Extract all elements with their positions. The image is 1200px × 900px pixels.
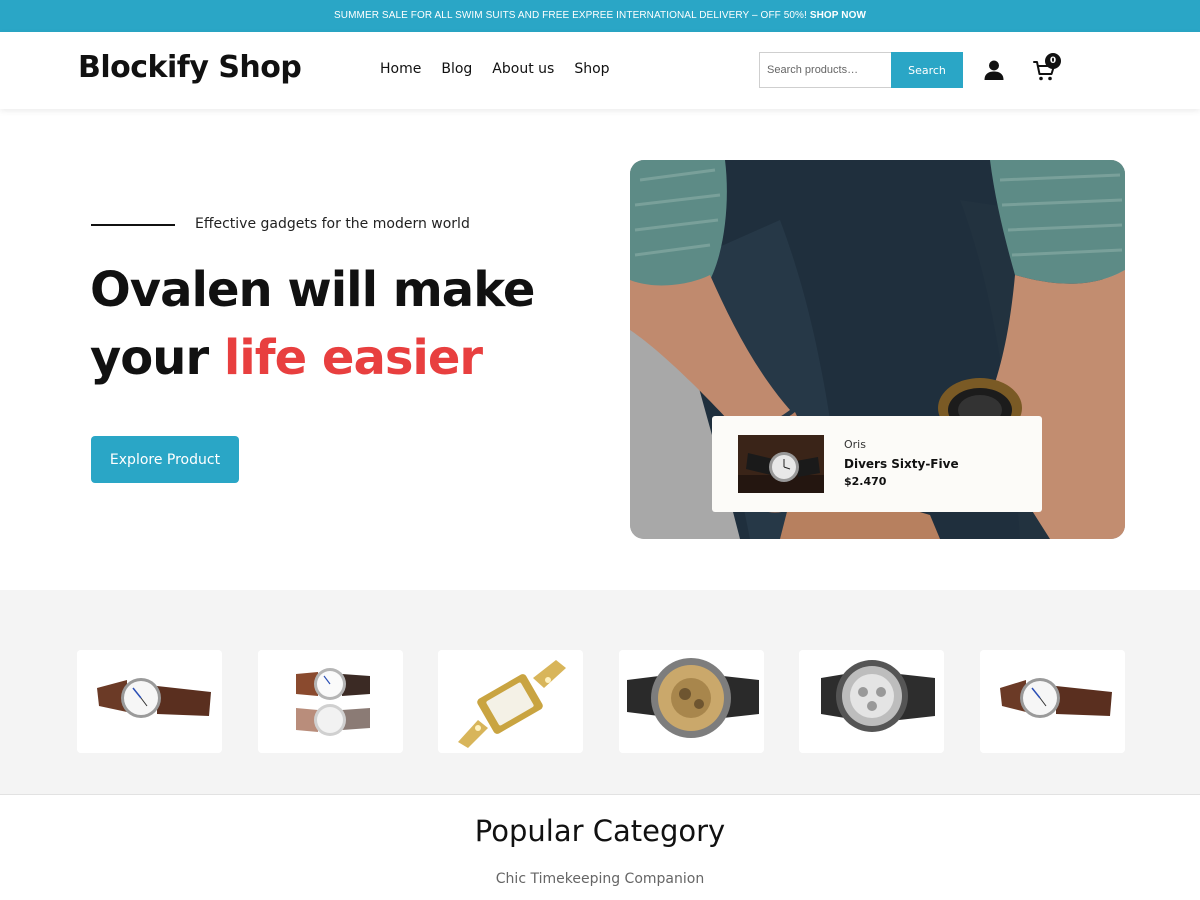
site-header: Blockify Shop Home Blog About us Shop Se…	[0, 32, 1200, 109]
watch-card-3[interactable]	[438, 650, 583, 753]
watch-image	[799, 650, 944, 753]
nav-about-us[interactable]: About us	[492, 61, 554, 77]
hero-title-line2-prefix: your	[90, 330, 224, 386]
watch-image	[258, 650, 403, 753]
hero-title: Ovalen will make your life easier	[90, 256, 590, 392]
search-form: Search	[759, 52, 963, 88]
watch-image	[438, 650, 583, 753]
watch-card-5[interactable]	[799, 650, 944, 753]
watch-image	[77, 650, 222, 753]
watch-card-1[interactable]	[77, 650, 222, 753]
featured-product-card[interactable]: Oris Divers Sixty-Five $2.470	[712, 416, 1042, 512]
popular-category-subtitle: Chic Timekeeping Companion	[495, 871, 705, 887]
featured-product-price: $2.470	[844, 475, 887, 488]
featured-product-image	[738, 435, 824, 493]
nav-shop[interactable]: Shop	[574, 61, 609, 77]
watch-card-4[interactable]	[619, 650, 764, 753]
watch-carousel	[0, 590, 1200, 795]
site-logo[interactable]: Blockify Shop	[78, 50, 302, 85]
popular-category-title: Popular Category	[474, 814, 726, 848]
nav-home[interactable]: Home	[380, 61, 421, 77]
announcement-bar: SUMMER SALE FOR ALL SWIM SUITS AND FREE …	[0, 0, 1200, 32]
search-button[interactable]: Search	[891, 52, 963, 88]
cart-count-badge: 0	[1045, 53, 1061, 69]
tagline-divider	[91, 224, 175, 226]
watch-card-6[interactable]	[980, 650, 1125, 753]
watch-image	[619, 650, 764, 753]
nav-blog[interactable]: Blog	[441, 61, 472, 77]
search-input[interactable]	[759, 52, 891, 88]
user-icon[interactable]	[983, 59, 1005, 81]
hero-title-line1: Ovalen will make	[90, 262, 535, 318]
announcement-text: SUMMER SALE FOR ALL SWIM SUITS AND FREE …	[334, 10, 810, 21]
shop-now-link[interactable]: SHOP NOW	[810, 10, 866, 21]
watch-image	[980, 650, 1125, 753]
featured-product-brand: Oris	[844, 438, 866, 451]
watch-card-2[interactable]	[258, 650, 403, 753]
hero-tagline: Effective gadgets for the modern world	[195, 216, 470, 232]
explore-product-button[interactable]: Explore Product	[91, 436, 239, 483]
hero-title-accent: life easier	[223, 330, 483, 386]
main-nav: Home Blog About us Shop	[380, 61, 610, 77]
featured-product-name[interactable]: Divers Sixty-Five	[844, 457, 959, 471]
